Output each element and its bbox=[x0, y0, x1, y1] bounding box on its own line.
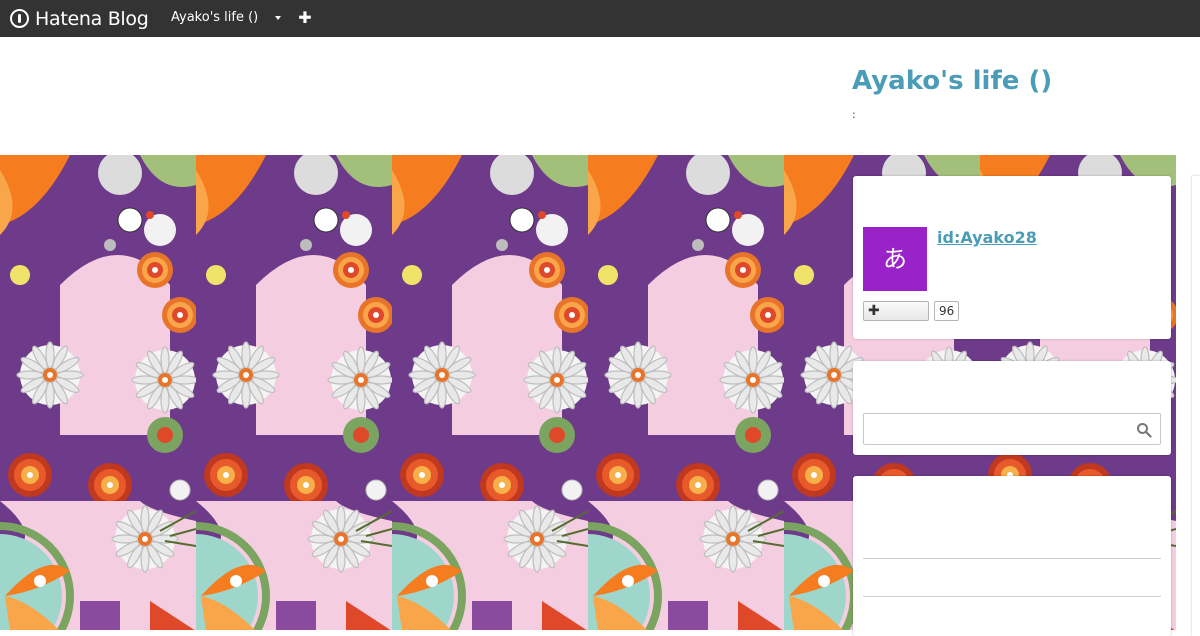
pattern-tile bbox=[196, 501, 392, 630]
follower-count: 96 bbox=[934, 301, 960, 321]
pattern-tile bbox=[392, 155, 588, 501]
avatar[interactable]: あ bbox=[863, 227, 927, 291]
global-header: Hatena Blog Ayako's life () ✚ bbox=[0, 0, 1200, 37]
blog-menu-dropdown[interactable]: Ayako's life () bbox=[171, 10, 282, 25]
pattern-tile bbox=[0, 155, 196, 501]
list-divider bbox=[863, 596, 1161, 597]
entry-list-module bbox=[853, 476, 1171, 636]
pattern-tile bbox=[392, 501, 588, 630]
blog-title[interactable]: Ayako's life () bbox=[852, 66, 1052, 96]
profile-id-link[interactable]: id:Ayako28 bbox=[937, 228, 1037, 247]
follow-button[interactable]: ✚ bbox=[863, 301, 929, 321]
pattern-tile bbox=[196, 155, 392, 501]
blog-description: : bbox=[852, 108, 856, 121]
pattern-tile bbox=[0, 501, 196, 630]
brand-text: Hatena Blog bbox=[35, 7, 149, 30]
search-module bbox=[853, 361, 1171, 455]
search-input[interactable] bbox=[864, 414, 1124, 444]
hatena-logo-icon bbox=[10, 9, 29, 28]
search-box bbox=[863, 413, 1161, 445]
blog-menu-label: Ayako's life () bbox=[171, 10, 259, 25]
pattern-tile bbox=[588, 501, 784, 630]
search-icon[interactable] bbox=[1136, 422, 1152, 438]
plus-icon[interactable]: ✚ bbox=[297, 7, 313, 29]
list-divider bbox=[863, 558, 1161, 559]
profile-module: あ id:Ayako28 ✚ 96 bbox=[853, 176, 1171, 339]
caret-down-icon bbox=[275, 15, 282, 20]
right-panel-edge bbox=[1192, 176, 1200, 636]
hatena-blog-logo[interactable]: Hatena Blog bbox=[10, 6, 149, 31]
plus-icon: ✚ bbox=[868, 303, 880, 319]
pattern-tile bbox=[588, 155, 784, 501]
